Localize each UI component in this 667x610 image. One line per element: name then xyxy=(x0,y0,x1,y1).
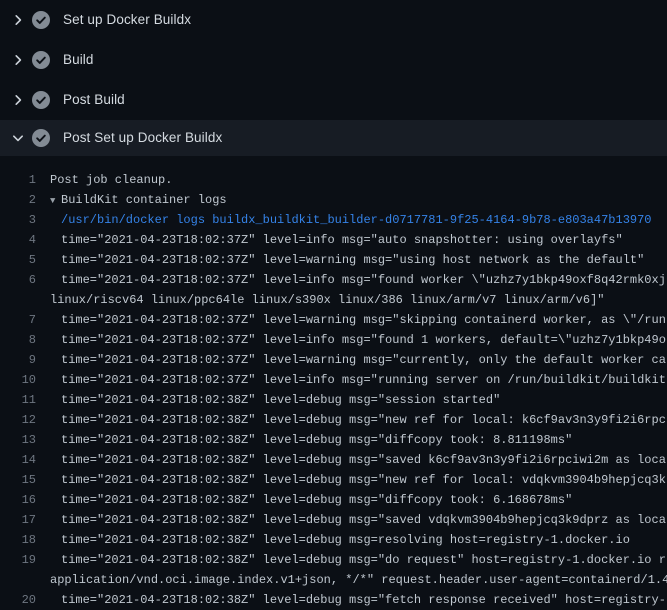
log-row: application/vnd.oci.image.index.v1+json,… xyxy=(0,570,667,590)
line-number[interactable]: 12 xyxy=(0,410,36,430)
log-line-text: time="2021-04-23T18:02:38Z" level=debug … xyxy=(61,510,666,530)
chevron-right-icon xyxy=(10,52,26,68)
log-row: 18 time="2021-04-23T18:02:38Z" level=debu… xyxy=(0,530,667,550)
log-group-label: BuildKit container logs xyxy=(61,193,227,207)
line-number[interactable]: 10 xyxy=(0,370,36,390)
step-label: Set up Docker Buildx xyxy=(63,13,191,27)
log-line-text: Post job cleanup. xyxy=(50,170,172,190)
log-line-text: time="2021-04-23T18:02:38Z" level=debug … xyxy=(61,470,666,490)
log-row: 3/usr/bin/docker logs buildx_buildkit_bu… xyxy=(0,210,667,230)
line-number[interactable]: 5 xyxy=(0,250,36,270)
log-line-text: time="2021-04-23T18:02:38Z" level=debug … xyxy=(61,390,500,410)
actions-log-panel: Set up Docker Buildx Build Post Build Post … xyxy=(0,0,667,610)
log-group-title: ▼BuildKit container logs xyxy=(50,190,227,210)
log-row: 19 time="2021-04-23T18:02:38Z" level=debu… xyxy=(0,550,667,570)
log-line-text: linux/riscv64 linux/ppc64le linux/s390x … xyxy=(50,290,605,310)
log-row: 11 time="2021-04-23T18:02:38Z" level=debu… xyxy=(0,390,667,410)
log-line-text: time="2021-04-23T18:02:37Z" level=warnin… xyxy=(61,250,644,270)
step-row-set-up-docker-buildx[interactable]: Set up Docker Buildx xyxy=(0,0,667,40)
log-line-text: time="2021-04-23T18:02:37Z" level=info m… xyxy=(61,330,666,350)
line-number[interactable]: 17 xyxy=(0,510,36,530)
log-line-text: time="2021-04-23T18:02:38Z" level=debug … xyxy=(61,530,630,550)
step-row-post-build[interactable]: Post Build xyxy=(0,80,667,120)
log-row: 7 time="2021-04-23T18:02:37Z" level=warni… xyxy=(0,310,667,330)
log-line-text: time="2021-04-23T18:02:38Z" level=debug … xyxy=(61,450,666,470)
line-number[interactable]: 19 xyxy=(0,550,36,570)
line-number[interactable]: 3 xyxy=(0,210,36,230)
line-number[interactable]: 18 xyxy=(0,530,36,550)
line-number[interactable]: 14 xyxy=(0,450,36,470)
log-row: 17 time="2021-04-23T18:02:38Z" level=debu… xyxy=(0,510,667,530)
check-circle-icon xyxy=(32,91,50,109)
check-circle-icon xyxy=(32,11,50,29)
check-circle-icon xyxy=(32,129,50,147)
chevron-right-icon xyxy=(10,92,26,108)
step-row-post-set-up-docker-buildx[interactable]: Post Set up Docker Buildx xyxy=(0,120,667,156)
log-command-text: /usr/bin/docker logs buildx_buildkit_bui… xyxy=(61,210,652,230)
log-row: 2 ▼BuildKit container logs xyxy=(0,190,667,210)
log-line-text: time="2021-04-23T18:02:38Z" level=debug … xyxy=(61,410,666,430)
line-number[interactable]: 6 xyxy=(0,270,36,290)
log-row: 13 time="2021-04-23T18:02:38Z" level=debu… xyxy=(0,430,667,450)
log-row: 10 time="2021-04-23T18:02:37Z" level=info… xyxy=(0,370,667,390)
line-number[interactable]: 20 xyxy=(0,590,36,610)
log-row: 9 time="2021-04-23T18:02:37Z" level=warni… xyxy=(0,350,667,370)
step-label: Post Build xyxy=(63,93,125,107)
log-row: 20 time="2021-04-23T18:02:38Z" level=debu… xyxy=(0,590,667,610)
log-row: 5 time="2021-04-23T18:02:37Z" level=warni… xyxy=(0,250,667,270)
log-row: 16 time="2021-04-23T18:02:38Z" level=debu… xyxy=(0,490,667,510)
line-number[interactable]: 11 xyxy=(0,390,36,410)
log-line-text: time="2021-04-23T18:02:38Z" level=debug … xyxy=(61,430,572,450)
log-group-toggle-icon[interactable]: ▼ xyxy=(50,191,61,211)
log-line-text: time="2021-04-23T18:02:37Z" level=info m… xyxy=(61,370,666,390)
line-number[interactable]: 4 xyxy=(0,230,36,250)
line-number xyxy=(0,290,36,310)
log-row: 15 time="2021-04-23T18:02:38Z" level=debu… xyxy=(0,470,667,490)
log-viewer: 1 Post job cleanup. 2 ▼BuildKit container l… xyxy=(0,156,667,610)
line-number xyxy=(0,570,36,590)
log-line-text: time="2021-04-23T18:02:37Z" level=warnin… xyxy=(61,310,666,330)
log-row: 6 time="2021-04-23T18:02:37Z" level=info … xyxy=(0,270,667,290)
log-line-text: time="2021-04-23T18:02:38Z" level=debug … xyxy=(61,490,572,510)
line-number[interactable]: 7 xyxy=(0,310,36,330)
chevron-down-icon xyxy=(10,130,26,146)
check-circle-icon xyxy=(32,51,50,69)
line-number[interactable]: 16 xyxy=(0,490,36,510)
log-line-text: time="2021-04-23T18:02:37Z" level=info m… xyxy=(61,230,623,250)
log-row: linux/riscv64 linux/ppc64le linux/s390x … xyxy=(0,290,667,310)
log-row: 12 time="2021-04-23T18:02:38Z" level=debu… xyxy=(0,410,667,430)
log-line-text: time="2021-04-23T18:02:38Z" level=debug … xyxy=(61,550,666,570)
log-row: 14 time="2021-04-23T18:02:38Z" level=debu… xyxy=(0,450,667,470)
line-number[interactable]: 8 xyxy=(0,330,36,350)
line-number[interactable]: 9 xyxy=(0,350,36,370)
line-number[interactable]: 1 xyxy=(0,170,36,190)
step-label: Build xyxy=(63,53,94,67)
log-line-text: time="2021-04-23T18:02:38Z" level=debug … xyxy=(61,590,666,610)
log-row: 1 Post job cleanup. xyxy=(0,170,667,190)
step-label: Post Set up Docker Buildx xyxy=(63,131,222,145)
log-line-text: time="2021-04-23T18:02:37Z" level=info m… xyxy=(61,270,666,290)
chevron-right-icon xyxy=(10,12,26,28)
log-row: 4 time="2021-04-23T18:02:37Z" level=info … xyxy=(0,230,667,250)
line-number[interactable]: 2 xyxy=(0,190,36,210)
line-number[interactable]: 15 xyxy=(0,470,36,490)
step-row-build[interactable]: Build xyxy=(0,40,667,80)
log-line-text: time="2021-04-23T18:02:37Z" level=warnin… xyxy=(61,350,666,370)
steps-list: Set up Docker Buildx Build Post Build Post … xyxy=(0,0,667,156)
log-row: 8 time="2021-04-23T18:02:37Z" level=info … xyxy=(0,330,667,350)
line-number[interactable]: 13 xyxy=(0,430,36,450)
log-line-text: application/vnd.oci.image.index.v1+json,… xyxy=(50,570,667,590)
